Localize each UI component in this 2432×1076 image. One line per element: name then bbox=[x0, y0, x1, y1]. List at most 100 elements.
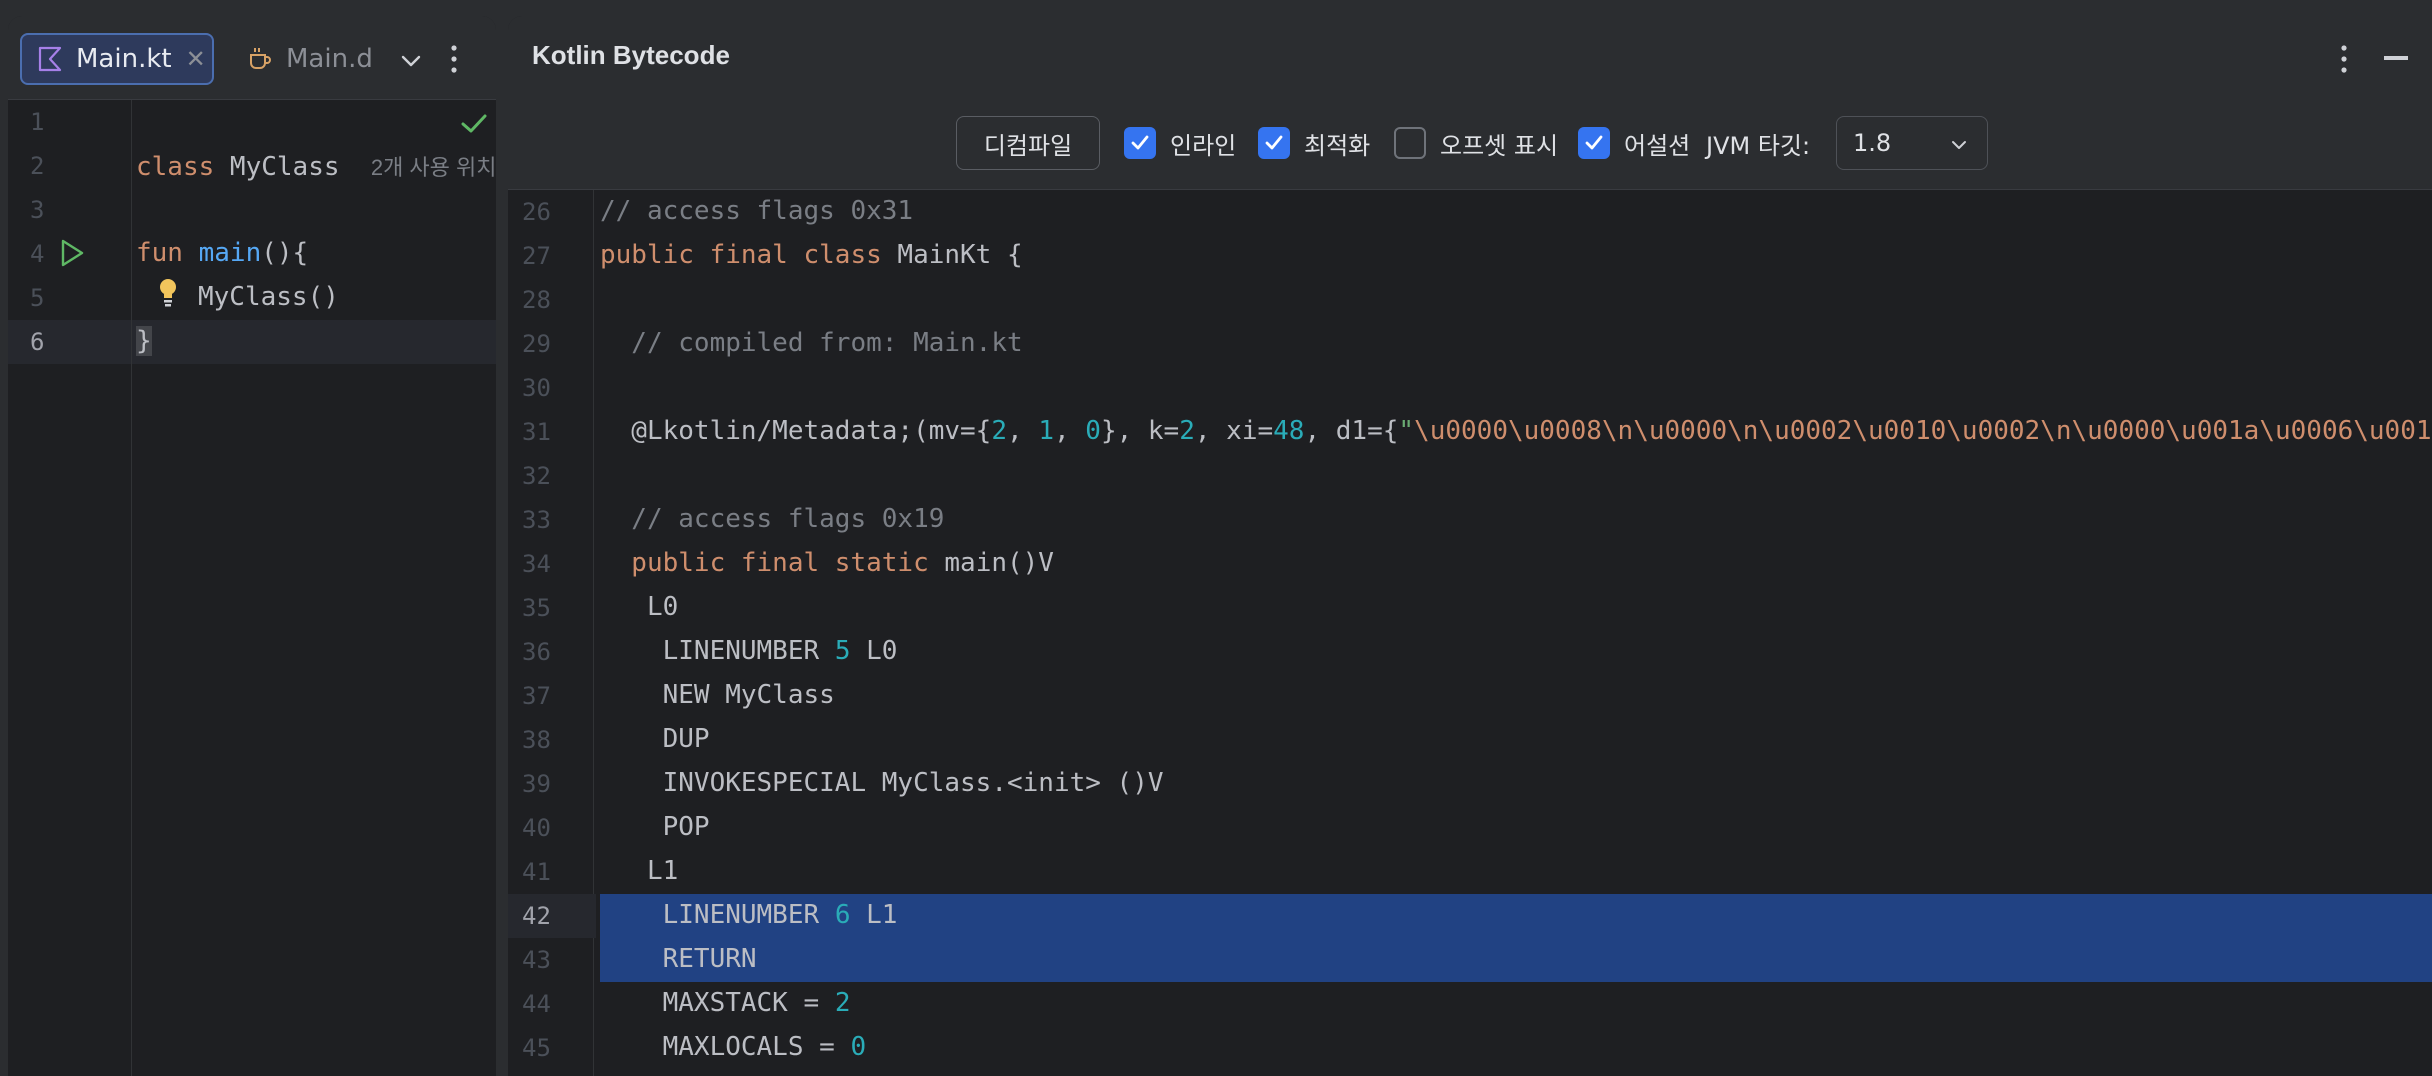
number: 2 bbox=[1179, 416, 1195, 446]
code-text: MainKt { bbox=[881, 240, 1023, 270]
line-number: 36 bbox=[522, 638, 551, 666]
code-line: MyClass() bbox=[198, 282, 339, 312]
line-number: 2 bbox=[30, 152, 45, 180]
number: 1 bbox=[1038, 416, 1054, 446]
tab-label: Main.kt bbox=[76, 44, 172, 74]
code-line: DUP bbox=[600, 724, 710, 754]
line-number: 35 bbox=[522, 594, 551, 622]
code-text: L1 bbox=[850, 900, 898, 930]
code-line: RETURN bbox=[600, 944, 757, 974]
kotlin-file-icon bbox=[38, 46, 62, 72]
code-line: @Lkotlin/Metadata;(mv={2, 1, 0}, k=2, xi… bbox=[600, 416, 2432, 446]
code-text: LINENUMBER bbox=[600, 636, 835, 666]
code-text: , bbox=[1007, 416, 1039, 446]
code-text: LINENUMBER bbox=[600, 900, 835, 930]
code-line: // access flags 0x31 bbox=[600, 196, 914, 226]
checkbox-checked-icon[interactable] bbox=[1124, 127, 1156, 159]
line-number: 1 bbox=[30, 108, 45, 136]
code-line: NEW MyClass bbox=[600, 680, 835, 710]
string-literal: " bbox=[1398, 416, 1415, 446]
decompile-button[interactable]: 디컴파일 bbox=[956, 116, 1100, 170]
line-number: 43 bbox=[522, 946, 551, 974]
jvm-target-value: 1.8 bbox=[1853, 129, 1892, 157]
checkbox-unchecked-icon[interactable] bbox=[1394, 127, 1426, 159]
line-number: 34 bbox=[522, 550, 551, 578]
code-text: , xi= bbox=[1194, 416, 1274, 446]
number: 0 bbox=[850, 1032, 867, 1062]
close-icon[interactable]: ✕ bbox=[186, 45, 206, 73]
number: 2 bbox=[991, 416, 1007, 446]
code-line: // access flags 0x19 bbox=[600, 504, 945, 534]
code-line: LINENUMBER 5 L0 bbox=[600, 636, 898, 666]
bytecode-toolbar: Kotlin Bytecode 디컴파일 인라인 최적화 오프셋 표시 어설션 … bbox=[508, 16, 2432, 190]
option-assertions[interactable]: 어설션 bbox=[1578, 126, 1690, 160]
code-line: // compiled from: Main.kt bbox=[600, 328, 1023, 358]
code-text: MAXSTACK = bbox=[600, 988, 835, 1018]
code-text: }, k= bbox=[1100, 416, 1180, 446]
code-text: MyClass() bbox=[198, 282, 339, 312]
identifier: MyClass bbox=[214, 152, 340, 182]
line-number: 45 bbox=[522, 1034, 551, 1062]
keyword: public final class bbox=[600, 240, 882, 270]
run-icon[interactable] bbox=[58, 238, 86, 268]
tab-main-d[interactable]: Main.d bbox=[246, 33, 372, 85]
checkbox-checked-icon[interactable] bbox=[1578, 127, 1610, 159]
checkbox-checked-icon[interactable] bbox=[1258, 127, 1290, 159]
number: 0 bbox=[1085, 416, 1101, 446]
line-number: 6 bbox=[30, 328, 45, 356]
option-label: 어설션 bbox=[1624, 131, 1691, 160]
line-number: 28 bbox=[522, 286, 551, 314]
code-line: LINENUMBER 6 L1 bbox=[600, 900, 898, 930]
jvm-target-label: JVM 타깃: bbox=[1706, 132, 1811, 160]
code-line: L1 bbox=[600, 856, 679, 886]
keyword: class bbox=[136, 152, 215, 182]
line-number: 33 bbox=[522, 506, 551, 534]
number: 2 bbox=[834, 988, 851, 1018]
code-line: } bbox=[136, 326, 152, 356]
code-text: , d1={ bbox=[1304, 416, 1399, 446]
line-number: 42 bbox=[522, 902, 551, 930]
option-show-offsets[interactable]: 오프셋 표시 bbox=[1394, 126, 1558, 160]
option-optimization[interactable]: 최적화 bbox=[1258, 126, 1370, 160]
usage-hint[interactable]: 2개 사용 위치 bbox=[371, 155, 496, 180]
number: 6 bbox=[834, 900, 851, 930]
line-number: 41 bbox=[522, 858, 551, 886]
matched-brace: } bbox=[136, 326, 152, 356]
code-line: INVOKESPECIAL MyClass.<init> ()V bbox=[600, 768, 1164, 798]
line-number: 4 bbox=[30, 240, 45, 268]
code-text: @Lkotlin/Metadata;(mv={ bbox=[600, 416, 992, 446]
minimize-icon[interactable] bbox=[2384, 56, 2408, 60]
lightbulb-icon[interactable] bbox=[156, 276, 180, 308]
chevron-down-icon[interactable] bbox=[396, 46, 426, 76]
line-number: 26 bbox=[522, 198, 551, 226]
line-number: 31 bbox=[522, 418, 551, 446]
function-name: main bbox=[182, 238, 262, 268]
line-number: 5 bbox=[30, 284, 45, 312]
line-number: 37 bbox=[522, 682, 551, 710]
jvm-target-select[interactable]: 1.8 bbox=[1836, 116, 1988, 170]
code-line: MAXLOCALS = 0 bbox=[600, 1032, 867, 1062]
option-label: 최적화 bbox=[1304, 131, 1371, 160]
tab-main-kt[interactable]: Main.kt ✕ bbox=[20, 33, 214, 85]
keyword: fun bbox=[136, 238, 183, 268]
option-inline[interactable]: 인라인 bbox=[1124, 126, 1236, 160]
number: 48 bbox=[1273, 416, 1305, 446]
more-vertical-icon[interactable] bbox=[2338, 42, 2350, 76]
line-number: 44 bbox=[522, 990, 551, 1018]
code-line: public final class MainKt { bbox=[600, 240, 1023, 270]
code-line: class MyClass 2개 사용 위치 bbox=[136, 150, 496, 182]
editor-tab-bar: Main.kt ✕ Main.d bbox=[8, 16, 496, 100]
line-number: 29 bbox=[522, 330, 551, 358]
option-label: 인라인 bbox=[1170, 131, 1237, 160]
line-number: 39 bbox=[522, 770, 551, 798]
panel-title: Kotlin Bytecode bbox=[532, 40, 730, 70]
code-line: L0 bbox=[600, 592, 679, 622]
code-text: MAXLOCALS = bbox=[600, 1032, 851, 1062]
more-vertical-icon[interactable] bbox=[448, 42, 460, 76]
line-number: 30 bbox=[522, 374, 551, 402]
editor-panel: Main.kt ✕ Main.d 1 2 3 4 5 6 class MyCla… bbox=[8, 16, 496, 1076]
check-icon[interactable] bbox=[460, 112, 488, 136]
code-text: (){ bbox=[261, 238, 309, 268]
keyword: public final static bbox=[600, 548, 929, 578]
java-class-icon bbox=[250, 48, 271, 69]
